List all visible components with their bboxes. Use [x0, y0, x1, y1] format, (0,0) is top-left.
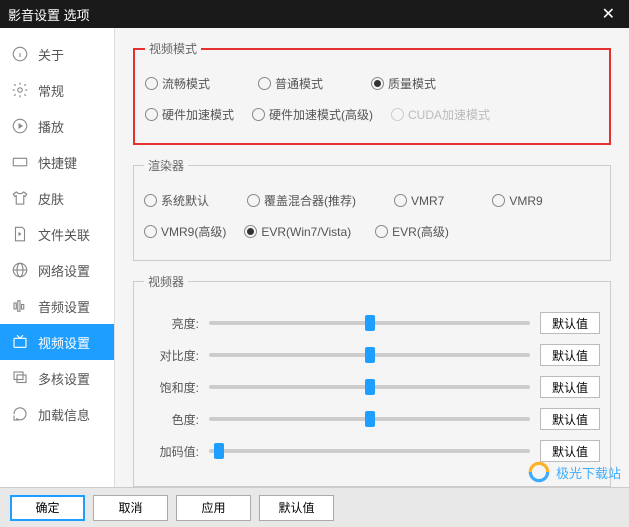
slider-thumb[interactable] — [365, 347, 375, 363]
radio-normal[interactable]: 普通模式 — [258, 75, 323, 92]
slider-thumb[interactable] — [214, 443, 224, 459]
sidebar-item-skin[interactable]: 皮肤 — [0, 180, 114, 216]
sidebar-item-audio[interactable]: 音频设置 — [0, 288, 114, 324]
gear-icon — [10, 80, 30, 100]
footer: 确定 取消 应用 默认值 — [0, 487, 629, 527]
video-mode-group: 视频模式 流畅模式 普通模式 质量模式 硬件加速模式 硬件加速模式(高级) CU… — [133, 40, 611, 145]
radio-vmr9-adv[interactable]: VMR9(高级) — [144, 223, 226, 240]
renderer-group: 渲染器 系统默认 覆盖混合器(推荐) VMR7 VMR9 VMR9(高级) EV… — [133, 157, 611, 261]
window-title: 影音设置 选项 — [8, 5, 90, 24]
contrast-label: 对比度: — [144, 347, 199, 364]
slider-saturation-row: 饱和度: 默认值 — [144, 376, 600, 398]
cancel-button[interactable]: 取消 — [93, 495, 168, 521]
sidebar-item-hotkey[interactable]: 快捷键 — [0, 144, 114, 180]
sidebar-item-label: 播放 — [38, 117, 64, 136]
radio-quality[interactable]: 质量模式 — [371, 75, 436, 92]
sidebar-item-label: 皮肤 — [38, 189, 64, 208]
hue-slider[interactable] — [209, 417, 530, 421]
tv-icon — [10, 332, 30, 352]
globe-icon — [10, 260, 30, 280]
layers-icon — [10, 368, 30, 388]
audio-icon — [10, 296, 30, 316]
adjuster-legend: 视频器 — [144, 273, 188, 290]
ok-button[interactable]: 确定 — [10, 495, 85, 521]
video-mode-legend: 视频模式 — [145, 40, 201, 57]
radio-vmr9[interactable]: VMR9 — [492, 194, 542, 208]
sidebar-item-label: 文件关联 — [38, 225, 90, 244]
contrast-slider[interactable] — [209, 353, 530, 357]
sidebar-item-label: 加载信息 — [38, 405, 90, 424]
sidebar-item-label: 常规 — [38, 81, 64, 100]
slider-hue-row: 色度: 默认值 — [144, 408, 600, 430]
sidebar-item-label: 网络设置 — [38, 261, 90, 280]
play-icon — [10, 116, 30, 136]
brightness-default-button[interactable]: 默认值 — [540, 312, 600, 334]
slider-brightness-row: 亮度: 默认值 — [144, 312, 600, 334]
slider-thumb[interactable] — [365, 379, 375, 395]
radio-sys-default[interactable]: 系统默认 — [144, 192, 209, 209]
radio-cuda: CUDA加速模式 — [391, 106, 490, 123]
sidebar-item-label: 音频设置 — [38, 297, 90, 316]
sidebar: 关于 常规 播放 快捷键 皮肤 文件关联 网络设置 音频设置 视频设置 多核设置… — [0, 28, 115, 487]
renderer-legend: 渲染器 — [144, 157, 188, 174]
shirt-icon — [10, 188, 30, 208]
brightness-slider[interactable] — [209, 321, 530, 325]
file-icon — [10, 224, 30, 244]
radio-evr-adv[interactable]: EVR(高级) — [375, 223, 449, 240]
gamma-slider[interactable] — [209, 449, 530, 453]
apply-button[interactable]: 应用 — [176, 495, 251, 521]
radio-smooth[interactable]: 流畅模式 — [145, 75, 210, 92]
sidebar-item-label: 多核设置 — [38, 369, 90, 388]
hue-label: 色度: — [144, 411, 199, 428]
hue-default-button[interactable]: 默认值 — [540, 408, 600, 430]
default-button[interactable]: 默认值 — [259, 495, 334, 521]
radio-overlay[interactable]: 覆盖混合器(推荐) — [247, 192, 356, 209]
sidebar-item-about[interactable]: 关于 — [0, 36, 114, 72]
radio-hw-adv[interactable]: 硬件加速模式(高级) — [252, 106, 373, 123]
slider-contrast-row: 对比度: 默认值 — [144, 344, 600, 366]
slider-thumb[interactable] — [365, 411, 375, 427]
main-area: 关于 常规 播放 快捷键 皮肤 文件关联 网络设置 音频设置 视频设置 多核设置… — [0, 28, 629, 487]
titlebar: 影音设置 选项 ✕ — [0, 0, 629, 28]
info-icon — [10, 44, 30, 64]
sidebar-item-multicore[interactable]: 多核设置 — [0, 360, 114, 396]
radio-vmr7[interactable]: VMR7 — [394, 194, 444, 208]
sidebar-item-file-assoc[interactable]: 文件关联 — [0, 216, 114, 252]
content-panel: 视频模式 流畅模式 普通模式 质量模式 硬件加速模式 硬件加速模式(高级) CU… — [115, 28, 629, 487]
sidebar-item-loadinfo[interactable]: 加载信息 — [0, 396, 114, 432]
sidebar-item-general[interactable]: 常规 — [0, 72, 114, 108]
refresh-icon — [10, 404, 30, 424]
contrast-default-button[interactable]: 默认值 — [540, 344, 600, 366]
sidebar-item-network[interactable]: 网络设置 — [0, 252, 114, 288]
keyboard-icon — [10, 152, 30, 172]
radio-hw[interactable]: 硬件加速模式 — [145, 106, 234, 123]
radio-evr[interactable]: EVR(Win7/Vista) — [244, 225, 351, 239]
sidebar-item-label: 快捷键 — [38, 153, 77, 172]
saturation-slider[interactable] — [209, 385, 530, 389]
saturation-label: 饱和度: — [144, 379, 199, 396]
brightness-label: 亮度: — [144, 315, 199, 332]
sidebar-item-label: 关于 — [38, 45, 64, 64]
adjuster-group: 视频器 亮度: 默认值 对比度: 默认值 饱和度: 默认值 色度: 默认值 — [133, 273, 611, 487]
gamma-label: 加码值: — [144, 443, 199, 460]
slider-thumb[interactable] — [365, 315, 375, 331]
slider-gamma-row: 加码值: 默认值 — [144, 440, 600, 462]
sidebar-item-label: 视频设置 — [38, 333, 90, 352]
sidebar-item-playback[interactable]: 播放 — [0, 108, 114, 144]
saturation-default-button[interactable]: 默认值 — [540, 376, 600, 398]
close-icon[interactable]: ✕ — [596, 4, 621, 24]
gamma-default-button[interactable]: 默认值 — [540, 440, 600, 462]
sidebar-item-video[interactable]: 视频设置 — [0, 324, 114, 360]
